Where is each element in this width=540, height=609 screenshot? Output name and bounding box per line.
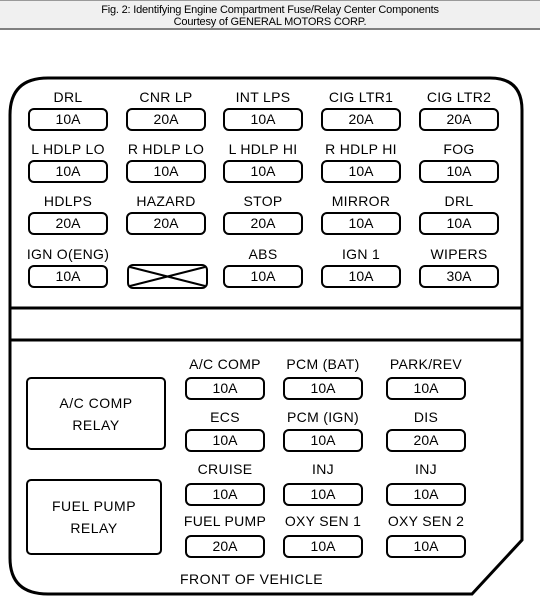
fuse[interactable]: 20A <box>126 212 206 235</box>
fuse[interactable]: 10A <box>321 265 401 288</box>
fuse-label: R HDLP LO <box>127 141 205 157</box>
fuse-label: HDLPS <box>43 193 93 209</box>
fuse-label: DIS <box>413 409 439 425</box>
fuse[interactable]: 20A <box>386 429 466 452</box>
fuse[interactable]: 10A <box>28 265 108 288</box>
relay-label-line2: RELAY <box>72 416 120 433</box>
fuse[interactable]: 10A <box>185 483 265 506</box>
fuse-label: ABS <box>248 246 278 262</box>
fuse-label: FUEL PUMP <box>183 513 267 529</box>
fuse-label: CNR LP <box>139 89 193 105</box>
fuse[interactable]: 20A <box>321 108 401 131</box>
fuse-label: MIRROR <box>331 193 391 209</box>
fuse-label: HAZARD <box>136 193 196 209</box>
fuse-label: INJ <box>312 461 334 477</box>
relay-fuel-pump[interactable]: FUEL PUMP RELAY <box>26 479 162 555</box>
fuse[interactable]: 20A <box>126 108 206 131</box>
fuse-label: IGN O(ENG) <box>26 246 110 262</box>
fuse-label: A/C COMP <box>189 356 261 372</box>
fuse[interactable]: 10A <box>321 160 401 183</box>
fuse[interactable]: 10A <box>386 483 466 506</box>
fuse-label: INJ <box>415 461 437 477</box>
fuse[interactable]: 10A <box>126 160 206 183</box>
fuse[interactable]: 10A <box>386 377 466 400</box>
fuse-label: ECS <box>210 409 240 425</box>
fuse[interactable]: 30A <box>419 265 499 288</box>
fuse-label: OXY SEN 2 <box>387 513 465 529</box>
fuse[interactable]: 10A <box>223 108 303 131</box>
fuse-label: OXY SEN 1 <box>284 513 362 529</box>
relay-label-line1: FUEL PUMP <box>51 498 137 514</box>
fuse[interactable]: 10A <box>185 429 265 452</box>
fuse[interactable]: 20A <box>185 535 265 558</box>
fuse[interactable]: 10A <box>419 160 499 183</box>
front-of-vehicle-label: FRONT OF VEHICLE <box>180 571 324 587</box>
fuse-label: IGN 1 <box>341 246 381 262</box>
fuse-label: CRUISE <box>197 461 253 477</box>
fuse-label: CIG LTR2 <box>426 89 492 105</box>
fuse[interactable]: 10A <box>321 212 401 235</box>
fuse[interactable]: 10A <box>185 377 265 400</box>
relay-label-line1: A/C COMP <box>59 394 133 411</box>
fuse[interactable]: 20A <box>28 212 108 235</box>
fuse-label: R HDLP HI <box>325 141 397 157</box>
fuse[interactable]: 10A <box>283 483 363 506</box>
fuse[interactable]: 10A <box>28 160 108 183</box>
fuse-label: PCM (BAT) <box>286 356 360 372</box>
fuse[interactable]: 10A <box>283 429 363 452</box>
fuse[interactable]: 10A <box>386 535 466 558</box>
fuse-label: CIG LTR1 <box>328 89 394 105</box>
fuse[interactable]: 10A <box>283 377 363 400</box>
fuse-label: STOP <box>243 193 283 209</box>
fuse[interactable]: 10A <box>223 265 303 288</box>
fuse-label: WIPERS <box>430 246 488 262</box>
fuse[interactable]: 10A <box>223 160 303 183</box>
fuse[interactable]: 20A <box>419 108 499 131</box>
fuse-label: FOG <box>443 141 475 157</box>
fuse-label: PARK/REV <box>389 356 463 372</box>
empty-fuse-slot <box>127 264 208 289</box>
relay-ac-comp[interactable]: A/C COMP RELAY <box>26 377 166 450</box>
fuse[interactable]: 20A <box>223 212 303 235</box>
fuse-label: INT LPS <box>235 89 291 105</box>
fuse[interactable]: 10A <box>28 108 108 131</box>
fuse-label: L HDLP LO <box>31 141 105 157</box>
fuse[interactable]: 10A <box>283 535 363 558</box>
fuse-label: DRL <box>53 89 83 105</box>
fuse[interactable]: 10A <box>419 212 499 235</box>
fuse-label: DRL <box>444 193 474 209</box>
relay-label-line2: RELAY <box>70 520 118 536</box>
fuse-label: PCM (IGN) <box>287 409 359 425</box>
fuse-label: L HDLP HI <box>228 141 298 157</box>
